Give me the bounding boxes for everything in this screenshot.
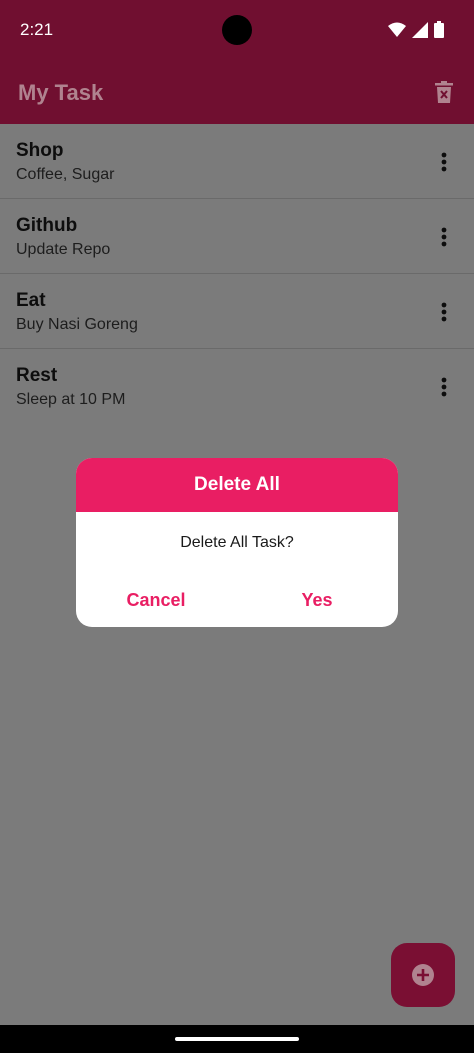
task-item[interactable]: Rest Sleep at 10 PM [0,349,474,424]
add-circle-icon [412,964,434,986]
task-item[interactable]: Eat Buy Nasi Goreng [0,274,474,349]
signal-icon [412,21,428,38]
cancel-button[interactable]: Cancel [96,586,216,614]
more-options-button[interactable] [430,373,458,401]
more-vert-icon [441,302,447,322]
dialog-message: Delete All Task? [180,534,294,551]
task-item[interactable]: Github Update Repo [0,199,474,274]
app-bar: My Task [0,60,474,124]
status-bar: 2:21 [0,0,474,60]
task-item[interactable]: Shop Coffee, Sugar [0,124,474,199]
task-subtitle: Update Repo [16,241,111,258]
task-title: Shop [16,140,64,161]
task-list: Shop Coffee, Sugar Github Update Repo Ea… [0,124,474,424]
wifi-icon [388,22,406,37]
more-vert-icon [441,377,447,397]
task-title: Eat [16,290,46,311]
delete-all-button[interactable] [430,78,458,106]
more-options-button[interactable] [430,148,458,176]
task-subtitle: Coffee, Sugar [16,166,115,183]
task-subtitle: Sleep at 10 PM [16,391,126,408]
confirm-button[interactable]: Yes [257,586,377,614]
delete-sweep-icon [435,81,453,103]
navigation-bar [0,1025,474,1053]
camera-cutout [222,15,252,45]
more-vert-icon [441,227,447,247]
more-options-button[interactable] [430,223,458,251]
task-subtitle: Buy Nasi Goreng [16,316,138,333]
task-title: Github [16,215,78,236]
task-title: Rest [16,365,58,386]
delete-all-dialog: Delete All Delete All Task? Cancel Yes [76,458,398,627]
status-time: 2:21 [20,20,54,39]
more-vert-icon [441,152,447,172]
dialog-header: Delete All [76,458,398,512]
add-task-button[interactable] [391,943,455,1007]
app-title: My Task [18,80,104,105]
dialog-title: Delete All [194,474,280,495]
battery-icon [434,21,444,38]
home-gesture-handle[interactable] [175,1037,299,1041]
more-options-button[interactable] [430,298,458,326]
status-icons [388,21,444,38]
